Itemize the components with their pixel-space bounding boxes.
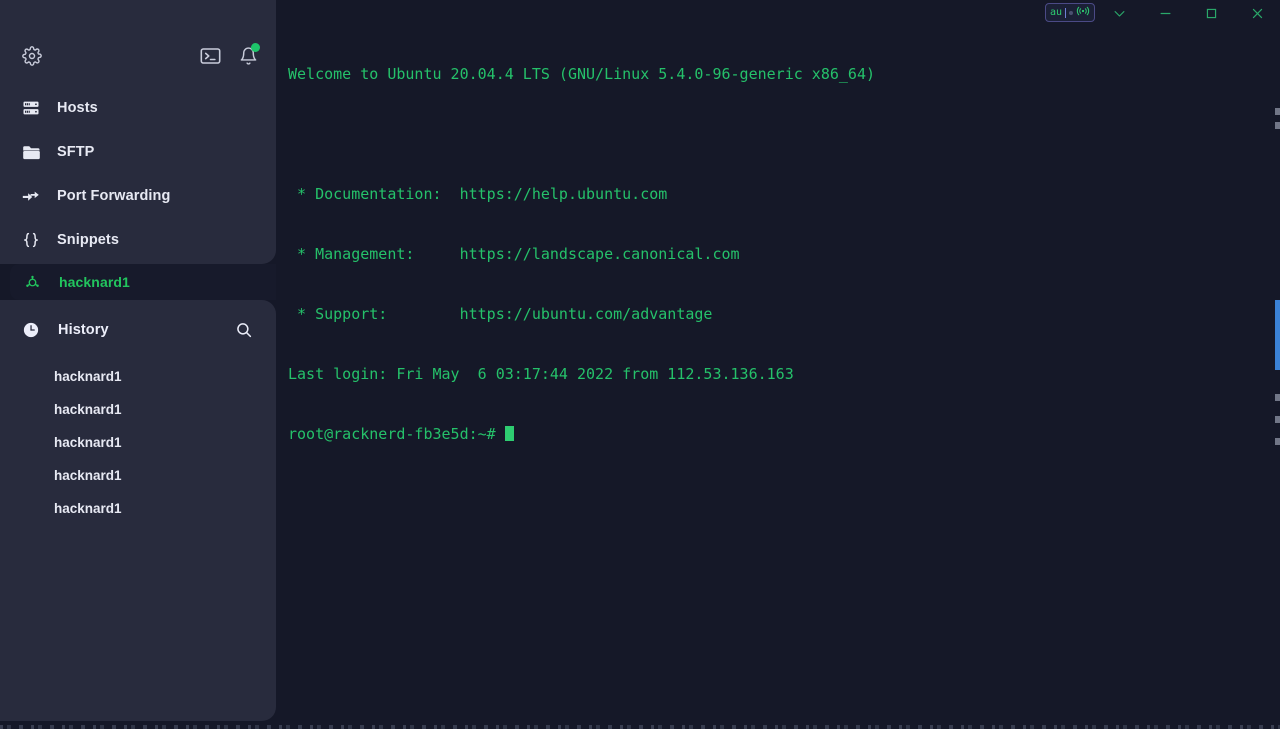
text-caret (1065, 7, 1066, 18)
close-button[interactable] (1234, 0, 1280, 26)
history-list: hacknard1 hacknard1 hacknard1 hacknard1 … (0, 360, 276, 525)
list-item[interactable]: hacknard1 (0, 492, 276, 525)
terminal-prompt: root@racknerd-fb3e5d:~# (288, 425, 505, 443)
sidebar-item-hosts[interactable]: Hosts (0, 86, 276, 130)
gear-icon[interactable] (18, 42, 46, 70)
terminal-line: Last login: Fri May 6 03:17:44 2022 from… (288, 365, 794, 383)
separator-dot (1069, 10, 1073, 15)
sidebar-nav: Hosts SFTP Port Forwarding Snippets (0, 86, 276, 262)
scrollbar-tick (1275, 438, 1280, 445)
sidebar-toolbar (0, 0, 276, 86)
active-session-item[interactable]: hacknard1 (10, 264, 276, 300)
sidebar-item-label: Hosts (57, 100, 98, 116)
clock-icon (20, 319, 42, 341)
terminal-line: Welcome to Ubuntu 20.04.4 LTS (GNU/Linux… (288, 65, 875, 83)
port-forwarding-icon (20, 185, 42, 207)
recording-label: au (1050, 6, 1063, 18)
sidebar-item-port-forwarding[interactable]: Port Forwarding (0, 174, 276, 218)
folder-icon (20, 141, 42, 163)
terminal-prompt-line: root@racknerd-fb3e5d:~# (288, 424, 875, 444)
terminal-line: * Management: https://landscape.canonica… (288, 245, 740, 263)
list-item[interactable]: hacknard1 (0, 393, 276, 426)
maximize-button[interactable] (1188, 0, 1234, 26)
recording-indicator[interactable]: au (1045, 3, 1095, 22)
window-controls (1096, 0, 1280, 26)
scrollbar-tick (1275, 394, 1280, 401)
server-rack-icon (20, 97, 42, 119)
scrollbar[interactable] (1275, 0, 1280, 729)
session-node-icon (22, 271, 42, 293)
history-header: History (0, 300, 276, 360)
terminal-output: Welcome to Ubuntu 20.04.4 LTS (GNU/Linux… (288, 24, 875, 484)
scrollbar-tick (1275, 108, 1280, 115)
scrollbar-thumb[interactable] (1275, 300, 1280, 370)
notification-badge (251, 43, 260, 52)
list-item[interactable]: hacknard1 (0, 459, 276, 492)
terminal-pane[interactable]: Welcome to Ubuntu 20.04.4 LTS (GNU/Linux… (276, 0, 1280, 729)
braces-icon (20, 229, 42, 251)
terminal-cursor (504, 426, 514, 441)
sidebar: Hosts SFTP Port Forwarding Snippets hack… (0, 0, 276, 729)
app-window: Hosts SFTP Port Forwarding Snippets hack… (0, 0, 1280, 729)
terminal-line: * Support: https://ubuntu.com/advantage (288, 305, 713, 323)
terminal-icon[interactable] (196, 42, 224, 70)
broadcast-icon (1076, 4, 1090, 22)
scrollbar-tick (1275, 416, 1280, 423)
sidebar-item-label: SFTP (57, 144, 95, 160)
list-item[interactable]: hacknard1 (0, 360, 276, 393)
sidebar-item-sftp[interactable]: SFTP (0, 130, 276, 174)
list-item[interactable]: hacknard1 (0, 426, 276, 459)
minimize-button[interactable] (1142, 0, 1188, 26)
sidebar-item-label: Port Forwarding (57, 188, 171, 204)
chevron-down-button[interactable] (1096, 0, 1142, 26)
scrollbar-tick (1275, 122, 1280, 129)
terminal-line: * Documentation: https://help.ubuntu.com (288, 185, 668, 203)
sidebar-item-snippets[interactable]: Snippets (0, 218, 276, 262)
search-icon[interactable] (232, 318, 256, 342)
active-session-label: hacknard1 (59, 274, 130, 290)
history-title: History (58, 322, 109, 338)
notifications-bell-icon[interactable] (234, 42, 262, 70)
sidebar-item-label: Snippets (57, 232, 120, 248)
